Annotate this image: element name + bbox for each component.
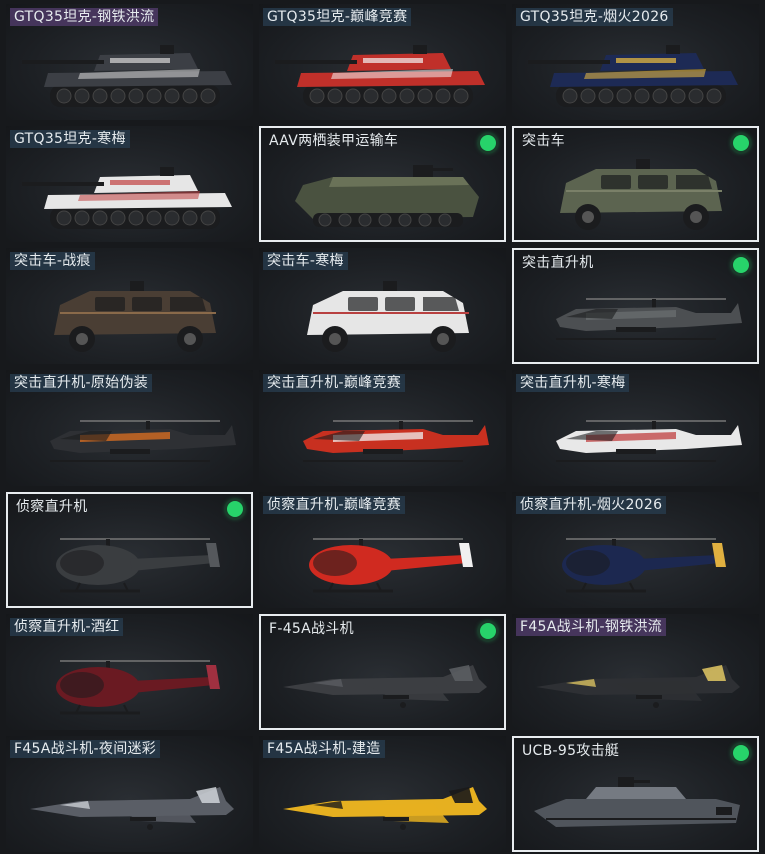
tank-vehicle-image — [6, 150, 253, 240]
vehicle-card[interactable]: 侦察直升机-巅峰竞赛 — [259, 492, 506, 608]
truck-silhouette-icon — [559, 159, 722, 230]
vehicle-card[interactable]: 侦察直升机 — [6, 492, 253, 608]
vehicle-card[interactable]: GTQ35坦克-寒梅 — [6, 126, 253, 242]
gunship-vehicle-image — [514, 274, 757, 360]
jet-vehicle-image — [6, 760, 253, 850]
vehicle-name: 侦察直升机 — [16, 499, 88, 515]
jet-silhouette-icon — [29, 787, 234, 830]
owned-indicator-icon — [480, 623, 496, 639]
jet-silhouette-icon — [535, 665, 740, 708]
vehicle-skin-grid: GTQ35坦克-钢铁洪流 GTQ35坦克-巅峰竞赛 GTQ35坦克-烟火2026 — [0, 0, 765, 854]
jet-vehicle-image — [261, 640, 504, 726]
vehicle-card[interactable]: 突击直升机-原始伪装 — [6, 370, 253, 486]
jet-silhouette-icon — [282, 787, 487, 830]
truck-silhouette-icon — [53, 281, 216, 352]
owned-indicator-icon — [733, 745, 749, 761]
vehicle-name: 突击车 — [522, 133, 565, 149]
vehicle-name: 突击直升机-原始伪装 — [10, 374, 153, 392]
vehicle-card[interactable]: AAV两栖装甲运输车 — [259, 126, 506, 242]
vehicle-name: F45A战斗机-夜间迷彩 — [10, 740, 161, 758]
vehicle-name: 侦察直升机-烟火2026 — [516, 496, 667, 514]
owned-indicator-icon — [733, 135, 749, 151]
apc-silhouette-icon — [294, 165, 479, 227]
tank-vehicle-image — [259, 28, 506, 118]
vehicle-name: GTQ35坦克-寒梅 — [10, 130, 130, 148]
jet-silhouette-icon — [282, 665, 487, 708]
scout-silhouette-icon — [308, 538, 473, 593]
gunship-vehicle-image — [6, 394, 253, 484]
scout-silhouette-icon — [561, 538, 726, 593]
truck-vehicle-image — [514, 152, 757, 238]
vehicle-card[interactable]: 突击车 — [512, 126, 759, 242]
gunship-vehicle-image — [512, 394, 759, 484]
boat-vehicle-image — [514, 762, 757, 848]
vehicle-name: UCB-95攻击艇 — [522, 743, 620, 759]
tank-silhouette-icon — [527, 45, 738, 107]
gunship-silhouette-icon — [302, 420, 489, 462]
tank-vehicle-image — [512, 28, 759, 118]
vehicle-name: 突击直升机-巅峰竞赛 — [263, 374, 406, 392]
vehicle-name: 突击直升机-寒梅 — [516, 374, 630, 392]
truck-vehicle-image — [259, 272, 506, 362]
vehicle-name: GTQ35坦克-巅峰竞赛 — [263, 8, 412, 26]
boat-silhouette-icon — [533, 777, 740, 827]
apc-vehicle-image — [261, 152, 504, 238]
scout-vehicle-image — [6, 638, 253, 728]
vehicle-name: GTQ35坦克-烟火2026 — [516, 8, 673, 26]
vehicle-card[interactable]: 突击车-寒梅 — [259, 248, 506, 364]
tank-silhouette-icon — [274, 45, 485, 107]
vehicle-name: F45A战斗机-钢铁洪流 — [516, 618, 667, 636]
scout-silhouette-icon — [55, 538, 220, 593]
vehicle-card[interactable]: 侦察直升机-烟火2026 — [512, 492, 759, 608]
vehicle-card[interactable]: 突击直升机-寒梅 — [512, 370, 759, 486]
vehicle-card[interactable]: GTQ35坦克-巅峰竞赛 — [259, 4, 506, 120]
vehicle-name: 突击车-寒梅 — [263, 252, 348, 270]
vehicle-card[interactable]: UCB-95攻击艇 — [512, 736, 759, 852]
truck-silhouette-icon — [306, 281, 469, 352]
vehicle-name: 突击车-战痕 — [10, 252, 95, 270]
jet-vehicle-image — [259, 760, 506, 850]
truck-vehicle-image — [6, 272, 253, 362]
scout-vehicle-image — [8, 518, 251, 604]
owned-indicator-icon — [480, 135, 496, 151]
jet-vehicle-image — [512, 638, 759, 728]
gunship-silhouette-icon — [555, 420, 742, 462]
vehicle-name: AAV两栖装甲运输车 — [269, 133, 399, 149]
vehicle-card[interactable]: GTQ35坦克-烟火2026 — [512, 4, 759, 120]
vehicle-name: GTQ35坦克-钢铁洪流 — [10, 8, 159, 26]
vehicle-card[interactable]: F-45A战斗机 — [259, 614, 506, 730]
scout-silhouette-icon — [55, 660, 220, 715]
vehicle-name: 突击直升机 — [522, 255, 594, 271]
vehicle-name: 侦察直升机-酒红 — [10, 618, 124, 636]
gunship-vehicle-image — [259, 394, 506, 484]
vehicle-card[interactable]: 突击直升机 — [512, 248, 759, 364]
tank-silhouette-icon — [21, 167, 232, 229]
vehicle-card[interactable]: F45A战斗机-钢铁洪流 — [512, 614, 759, 730]
vehicle-card[interactable]: 侦察直升机-酒红 — [6, 614, 253, 730]
vehicle-card[interactable]: 突击车-战痕 — [6, 248, 253, 364]
tank-silhouette-icon — [21, 45, 232, 107]
vehicle-card[interactable]: F45A战斗机-建造 — [259, 736, 506, 852]
gunship-silhouette-icon — [555, 298, 742, 340]
gunship-silhouette-icon — [49, 420, 236, 462]
owned-indicator-icon — [227, 501, 243, 517]
scout-vehicle-image — [512, 516, 759, 606]
vehicle-name: 侦察直升机-巅峰竞赛 — [263, 496, 406, 514]
owned-indicator-icon — [733, 257, 749, 273]
vehicle-card[interactable]: F45A战斗机-夜间迷彩 — [6, 736, 253, 852]
vehicle-name: F-45A战斗机 — [269, 621, 354, 637]
tank-vehicle-image — [6, 28, 253, 118]
scout-vehicle-image — [259, 516, 506, 606]
vehicle-name: F45A战斗机-建造 — [263, 740, 385, 758]
vehicle-card[interactable]: 突击直升机-巅峰竞赛 — [259, 370, 506, 486]
vehicle-card[interactable]: GTQ35坦克-钢铁洪流 — [6, 4, 253, 120]
